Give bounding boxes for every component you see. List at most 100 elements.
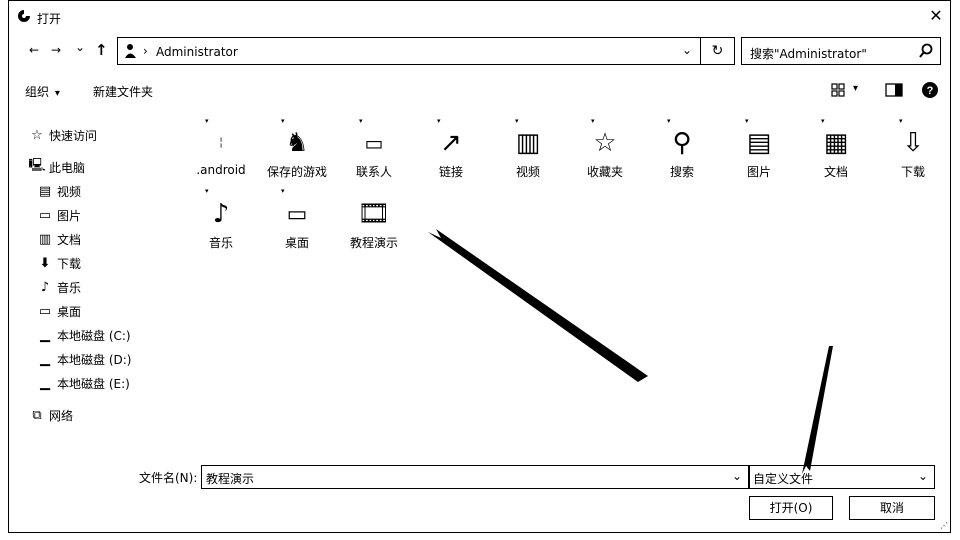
desktop-icon: ▭ bbox=[286, 201, 308, 227]
sidebar-item-label: 桌面 bbox=[57, 304, 82, 319]
search-input[interactable]: 搜索"Administrator" bbox=[741, 37, 941, 65]
file-item-label: 桌面 bbox=[284, 236, 309, 250]
file-item-label: 图片 bbox=[746, 165, 771, 179]
help-icon[interactable]: ? bbox=[921, 81, 939, 99]
view-caret-icon[interactable]: ▾ bbox=[853, 83, 858, 94]
pin-marker-icon: ▾ bbox=[515, 117, 519, 125]
video-icon: ▤ bbox=[38, 183, 52, 199]
sidebar-item-label: 本地磁盘 (C:) bbox=[57, 328, 131, 343]
file-item-label: 音乐 bbox=[208, 236, 233, 250]
sidebar-item-label: 此电脑 bbox=[49, 160, 86, 175]
chevron-down-icon[interactable]: ⌄ bbox=[732, 469, 742, 483]
sidebar-item-downloads[interactable]: ⬇ 下载 bbox=[37, 253, 81, 273]
download-icon: ⇩ bbox=[902, 128, 924, 158]
back-button[interactable]: ← bbox=[29, 43, 39, 57]
file-item-pictures[interactable]: ▤ 图片 bbox=[721, 123, 797, 180]
favorites-icon: ☆ bbox=[593, 128, 617, 158]
sidebar-item-desktop[interactable]: ▭ 桌面 bbox=[37, 301, 81, 321]
disk-icon: ▁ bbox=[40, 327, 50, 343]
music-icon: ♪ bbox=[40, 279, 50, 295]
file-item-label: 链接 bbox=[438, 165, 463, 179]
file-item-label: 文档 bbox=[823, 165, 848, 179]
sidebar-item-disk-d[interactable]: ▁ 本地磁盘 (D:) bbox=[37, 349, 131, 369]
disk-icon: ▁ bbox=[40, 351, 50, 367]
up-button[interactable]: ↑ bbox=[95, 41, 108, 59]
sidebar-item-documents[interactable]: ▥ 文档 bbox=[37, 229, 81, 249]
organize-label: 组织 bbox=[25, 85, 50, 99]
desktop-icon: ▭ bbox=[38, 303, 52, 319]
pin-marker-icon: ▾ bbox=[821, 117, 825, 125]
pin-marker-icon: ▾ bbox=[437, 117, 441, 125]
new-folder-button[interactable]: 新建文件夹 bbox=[93, 83, 153, 100]
sidebar-item-disk-e[interactable]: ▁ 本地磁盘 (E:) bbox=[37, 373, 130, 393]
pin-marker-icon: ▾ bbox=[205, 187, 209, 195]
sidebar-item-this-pc[interactable]: 🖳 此电脑 bbox=[28, 157, 86, 177]
file-item-label: 搜索 bbox=[669, 165, 694, 179]
open-button[interactable]: 打开(O) bbox=[749, 496, 833, 520]
file-item-android[interactable]: ╎ .android bbox=[183, 123, 259, 178]
sidebar-item-quick-access[interactable]: ☆ 快速访问 bbox=[29, 125, 97, 145]
sidebar-item-disk-c[interactable]: ▁ 本地磁盘 (C:) bbox=[37, 325, 131, 345]
view-options-icon[interactable] bbox=[831, 83, 845, 97]
sidebar-item-music[interactable]: ♪ 音乐 bbox=[37, 277, 81, 297]
file-item-downloads[interactable]: ⇩ 下载 bbox=[875, 123, 951, 180]
filename-value: 教程演示 bbox=[206, 472, 255, 486]
file-item-label: 联系人 bbox=[355, 165, 392, 179]
folder-icon: ╎ bbox=[217, 137, 225, 149]
preview-pane-icon[interactable] bbox=[885, 83, 903, 97]
computer-icon: 🖳 bbox=[28, 158, 46, 173]
organize-menu[interactable]: 组织 ▾ bbox=[25, 83, 60, 100]
filename-label: 文件名(N): bbox=[139, 471, 198, 485]
sidebar-item-label: 视频 bbox=[57, 184, 82, 199]
svg-text:?: ? bbox=[927, 85, 934, 97]
cancel-button[interactable]: 取消 bbox=[849, 496, 935, 520]
close-button[interactable]: ✕ bbox=[922, 1, 950, 31]
chevron-down-icon[interactable]: ⌄ bbox=[918, 469, 928, 483]
file-item-tutorial-demo[interactable]: 🎞 教程演示 bbox=[336, 194, 412, 251]
file-item-favorites[interactable]: ☆ 收藏夹 bbox=[567, 123, 643, 180]
search-icon bbox=[919, 43, 933, 58]
music-icon: ♪ bbox=[212, 199, 230, 229]
picture-icon: ▤ bbox=[746, 128, 772, 158]
filename-field[interactable]: 教程演示 ⌄ bbox=[201, 465, 749, 489]
chevron-down-icon[interactable]: ⌄ bbox=[682, 43, 692, 57]
address-bar[interactable]: › Administrator ⌄ bbox=[117, 37, 701, 65]
video-folder-icon: 🎞 bbox=[357, 199, 391, 229]
saved-games-icon: ♞ bbox=[285, 128, 309, 158]
search-placeholder: 搜索"Administrator" bbox=[750, 47, 867, 61]
pin-marker-icon: ▾ bbox=[899, 117, 903, 125]
file-item-label: 视频 bbox=[515, 165, 540, 179]
forward-button[interactable]: → bbox=[51, 43, 61, 57]
recent-locations-button[interactable]: ⌄ bbox=[75, 40, 85, 54]
sidebar-item-network[interactable]: ⧉ 网络 bbox=[29, 405, 73, 425]
sidebar-item-label: 图片 bbox=[57, 208, 82, 223]
sidebar-item-label: 网络 bbox=[49, 408, 74, 423]
address-path[interactable]: Administrator bbox=[156, 45, 238, 59]
file-item-links[interactable]: ↗ 链接 bbox=[413, 123, 489, 180]
file-item-label: 保存的游戏 bbox=[266, 165, 327, 179]
links-icon: ↗ bbox=[440, 128, 462, 158]
file-item-saved-games[interactable]: ♞ 保存的游戏 bbox=[259, 123, 335, 180]
file-item-videos[interactable]: ▥ 视频 bbox=[490, 123, 566, 180]
sidebar-item-label: 下载 bbox=[57, 256, 82, 271]
file-item-desktop[interactable]: ▭ 桌面 bbox=[259, 194, 335, 251]
resize-grip-icon[interactable]: ⋰ bbox=[940, 521, 948, 530]
file-item-searches[interactable]: ⚲ 搜索 bbox=[644, 123, 720, 180]
refresh-button[interactable]: ↻ bbox=[701, 37, 735, 65]
sidebar-item-label: 本地磁盘 (E:) bbox=[57, 376, 130, 391]
pin-marker-icon: ▾ bbox=[281, 117, 285, 125]
network-icon: ⧉ bbox=[32, 407, 42, 423]
pin-marker-icon: ▾ bbox=[745, 117, 749, 125]
open-file-dialog: 打开 ✕ ← → ⌄ ↑ › Administrator ⌄ ↻ 搜索"Admi… bbox=[8, 0, 951, 533]
star-icon: ☆ bbox=[31, 127, 43, 143]
sidebar-item-videos[interactable]: ▤ 视频 bbox=[37, 181, 81, 201]
pin-marker-icon: ▾ bbox=[591, 117, 595, 125]
file-type-select[interactable]: 自定义文件 ⌄ bbox=[749, 465, 935, 489]
file-item-contacts[interactable]: ▭ 联系人 bbox=[336, 123, 412, 180]
document-icon: ▦ bbox=[823, 128, 849, 158]
file-item-music[interactable]: ♪ 音乐 bbox=[183, 194, 259, 251]
file-item-documents[interactable]: ▦ 文档 bbox=[798, 123, 874, 180]
download-icon: ⬇ bbox=[39, 255, 51, 271]
file-item-label: .android bbox=[196, 163, 246, 177]
sidebar-item-pictures[interactable]: ▭ 图片 bbox=[37, 205, 81, 225]
